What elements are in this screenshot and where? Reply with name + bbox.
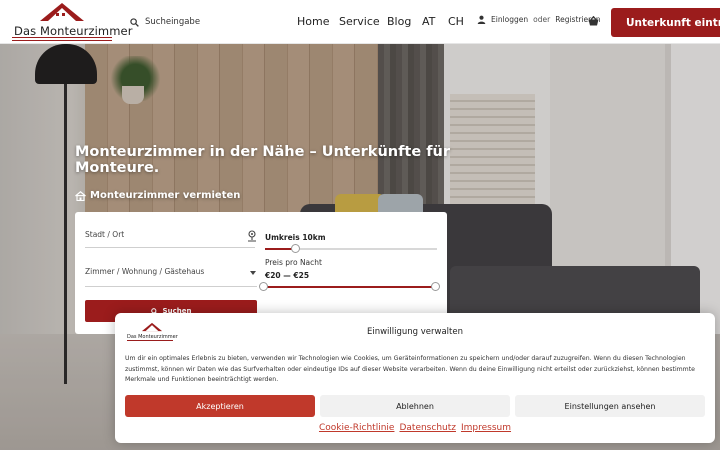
cookie-consent-dialog: Das Monteurzimmer Einwilligung verwalten… — [115, 313, 715, 443]
city-field[interactable]: Stadt / Ort — [85, 230, 124, 239]
consent-links: Cookie-Richtlinie Datenschutz Impressum — [115, 423, 715, 433]
search-label: Sucheingabe — [145, 17, 201, 27]
nav-ch[interactable]: CH — [448, 15, 464, 28]
view-settings-button[interactable]: Einstellungen ansehen — [515, 395, 705, 417]
price-slider[interactable] — [263, 286, 437, 288]
add-listing-button[interactable]: Unterkunft eintragen — [611, 8, 720, 37]
price-label: Preis pro Nacht — [265, 258, 322, 267]
locate-icon[interactable] — [247, 230, 257, 242]
city-field-underline — [85, 247, 255, 248]
privacy-link[interactable]: Datenschutz — [399, 423, 456, 433]
nav-at[interactable]: AT — [422, 15, 435, 28]
logo-underline — [12, 37, 112, 41]
login-area: Einloggen oder Registrieren — [477, 15, 600, 24]
add-listing-label: Unterkunft eintragen — [626, 16, 720, 29]
roof-icon — [40, 3, 84, 21]
rent-out-label: Monteurzimmer vermieten — [90, 190, 241, 201]
room-type-underline — [85, 286, 257, 287]
radius-slider-handle[interactable] — [291, 244, 301, 253]
price-slider-max-handle[interactable] — [431, 282, 440, 291]
header-search[interactable]: Sucheingabe — [130, 14, 200, 30]
accept-button[interactable]: Akzeptieren — [125, 395, 315, 417]
consent-text: Um dir ein optimales Erlebnis zu bieten,… — [125, 355, 695, 383]
user-icon — [477, 15, 486, 24]
search-icon — [130, 17, 139, 27]
room-type-select[interactable]: Zimmer / Wohnung / Gästehaus — [85, 267, 204, 276]
consent-logo-underline — [127, 340, 173, 342]
login-or: oder — [533, 15, 551, 24]
price-slider-min-handle[interactable] — [259, 282, 268, 291]
consent-title: Einwilligung verwalten — [366, 327, 463, 337]
price-range-value: €20 — €25 — [265, 271, 310, 280]
logo-text: Das Monteurzimmer — [14, 24, 133, 38]
site-logo[interactable]: Das Monteurzimmer — [12, 2, 132, 42]
login-link[interactable]: Einloggen — [491, 15, 528, 24]
nav-home[interactable]: Home — [297, 15, 329, 28]
rent-out-link[interactable]: Monteurzimmer vermieten — [75, 190, 240, 201]
basket-icon[interactable] — [588, 16, 599, 26]
deny-button[interactable]: Ablehnen — [320, 395, 510, 417]
cookie-policy-link[interactable]: Cookie-Richtlinie — [319, 423, 394, 433]
hero-title: Monteurzimmer in der Nähe – Unterkünfte … — [75, 144, 450, 176]
nav-service[interactable]: Service — [339, 15, 380, 28]
nav-blog[interactable]: Blog — [387, 15, 411, 28]
house-icon — [75, 190, 86, 201]
imprint-link[interactable]: Impressum — [461, 423, 511, 433]
site-header: Das Monteurzimmer Sucheingabe Home Servi… — [0, 0, 720, 44]
chevron-down-icon[interactable] — [250, 271, 256, 275]
radius-label: Umkreis 10km — [265, 233, 326, 242]
